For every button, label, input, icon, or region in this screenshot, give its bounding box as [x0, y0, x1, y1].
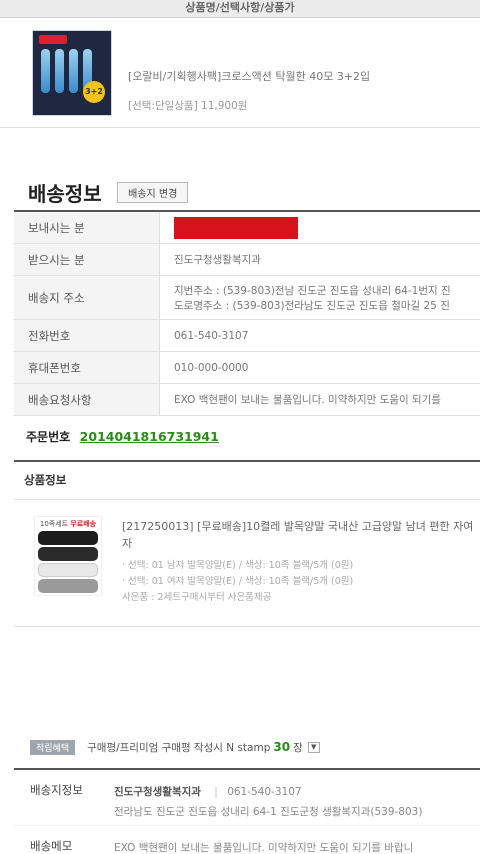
- order-number-link[interactable]: 2014041816731941: [80, 429, 219, 444]
- item-option: · 선택: 01 여자 발목양말(E) / 색상: 10족 블랙/5개 (0원): [122, 576, 354, 587]
- toothbrush-graphic: [55, 49, 64, 93]
- points-text: 구매평/프리미엄 구매평 작성시 N stamp: [87, 741, 271, 754]
- order-table-header: 상품명/선택사항/상품가: [0, 0, 480, 18]
- thumb-caption-b: 무료배송: [70, 520, 97, 528]
- socks-graphic: [38, 563, 98, 577]
- table-row: 배송요청사항 EXO 백현팬이 보내는 물품입니다. 미약하지만 도움이 되기를: [14, 384, 480, 416]
- delivery-summary-table: 배송지정보 진도구청생활복지과 | 061-540-3107 전라남도 진도군 …: [14, 768, 480, 854]
- recipient-address: 전라남도 진도군 진도읍 성내리 64-1 진도군청 생활복지과(539-803…: [114, 806, 423, 818]
- recipient-value: 진도구청생활복지과: [174, 254, 261, 266]
- item-description-link[interactable]: [217250013] [무료배송]10켤레 발목양말 국내산 고급양말 남녀 …: [122, 518, 478, 552]
- toothbrush-graphic: [69, 49, 78, 93]
- brand-logo: [39, 35, 67, 44]
- thumb-caption-a: 10족세트: [39, 520, 69, 528]
- product-option-price: [선택:단일상품] 11,900원: [128, 100, 248, 112]
- address-value: 지번주소 : (539-803)전남 진도군 진도읍 성내리 64-1번지 진 …: [160, 276, 480, 319]
- product-name-link[interactable]: [오랄비/기획행사팩]크로스액션 탁월한 40모 3+2입: [128, 68, 370, 84]
- memo-label: 배송메모: [30, 839, 73, 853]
- table-row: 보내시는 분: [14, 212, 480, 244]
- recipient-label: 받으시는 분: [14, 244, 160, 275]
- separator: |: [214, 786, 218, 798]
- sender-value: [160, 212, 480, 243]
- table-row: 배송메모 EXO 백현팬이 보내는 물품입니다. 미약하지만 도움이 되기를 바…: [14, 826, 480, 854]
- recipient-name: 진도구청생활복지과: [114, 786, 201, 798]
- toothbrush-product-image[interactable]: 3+2: [32, 30, 112, 116]
- ordered-product-row: 3+2 [오랄비/기획행사팩]크로스액션 탁월한 40모 3+2입 [선택:단일…: [0, 18, 480, 128]
- recipient-phone: 061-540-3107: [227, 786, 302, 798]
- redaction-block: [174, 216, 298, 239]
- lot-address: 지번주소 : (539-803)전남 진도군 진도읍 성내리 64-1번지 진: [174, 284, 451, 297]
- table-row: 전화번호 061-540-3107: [14, 320, 480, 352]
- shipping-title: 배송정보: [28, 182, 102, 206]
- change-address-button[interactable]: 배송지 변경: [117, 182, 189, 203]
- item-option: · 선택: 01 남자 발목양말(E) / 색상: 10족 블랙/5개 (0원): [122, 560, 354, 571]
- shipping-info-table: 보내시는 분 받으시는 분 진도구청생활복지과 배송지 주소 지번주소 : (5…: [14, 210, 480, 416]
- ship-info-value: 진도구청생활복지과 | 061-540-3107 전라남도 진도군 진도읍 성내…: [114, 770, 480, 825]
- sender-label: 보내시는 분: [14, 212, 160, 243]
- mobile-label: 휴대폰번호: [14, 352, 160, 383]
- table-row: 배송지 주소 지번주소 : (539-803)전남 진도군 진도읍 성내리 64…: [14, 276, 480, 320]
- order-number-row: 주문번호 2014041816731941: [26, 428, 219, 448]
- address-label: 배송지 주소: [14, 276, 160, 319]
- mobile-value: 010-000-0000: [174, 361, 249, 374]
- points-badge: 적립혜택: [30, 739, 76, 755]
- phone-label: 전화번호: [14, 320, 160, 351]
- request-value: EXO 백현팬이 보내는 물품입니다. 미약하지만 도움이 되기를: [174, 394, 441, 406]
- socks-graphic: [38, 579, 98, 593]
- table-row: 휴대폰번호 010-000-0000: [14, 352, 480, 384]
- thumb-caption: 10족세트 무료배송: [35, 519, 101, 529]
- chevron-down-icon[interactable]: ▼: [307, 741, 320, 753]
- memo-value: EXO 백현팬이 보내는 물품입니다. 미약하지만 도움이 되기를 바랍니: [114, 842, 414, 854]
- item-options: · 선택: 01 남자 발목양말(E) / 색상: 10족 블랙/5개 (0원)…: [122, 558, 353, 606]
- road-address: 도로명주소 : (539-803)전라남도 진도군 진도읍 철마길 25 진: [174, 299, 450, 312]
- promo-badge: 3+2: [83, 81, 105, 103]
- stamp-count: 30: [273, 740, 291, 754]
- toothbrush-graphic: [41, 49, 50, 93]
- divider: [14, 626, 480, 627]
- header-title: 상품명/선택사항/상품가: [185, 1, 295, 14]
- gift-note: 사은품 : 2세트구매시부터 사은품제공: [122, 592, 272, 603]
- socks-graphic: [38, 531, 98, 545]
- table-row: 받으시는 분 진도구청생활복지과: [14, 244, 480, 276]
- socks-graphic: [38, 547, 98, 561]
- stamp-unit: 장: [293, 741, 303, 754]
- order-number-label: 주문번호: [26, 430, 71, 444]
- product-info-title: 상품정보: [24, 473, 67, 487]
- table-row: 배송지정보 진도구청생활복지과 | 061-540-3107 전라남도 진도군 …: [14, 770, 480, 826]
- ship-info-label: 배송지정보: [30, 783, 83, 797]
- socks-product-image[interactable]: 10족세트 무료배송: [34, 516, 102, 596]
- phone-value: 061-540-3107: [174, 329, 249, 342]
- request-label: 배송요청사항: [14, 384, 160, 415]
- product-info-header: 상품정보: [14, 460, 480, 500]
- shipping-section-header: 배송정보 배송지 변경: [28, 178, 189, 206]
- points-benefit-row: 적립혜택 구매평/프리미엄 구매평 작성시 N stamp 30 장 ▼: [30, 738, 320, 756]
